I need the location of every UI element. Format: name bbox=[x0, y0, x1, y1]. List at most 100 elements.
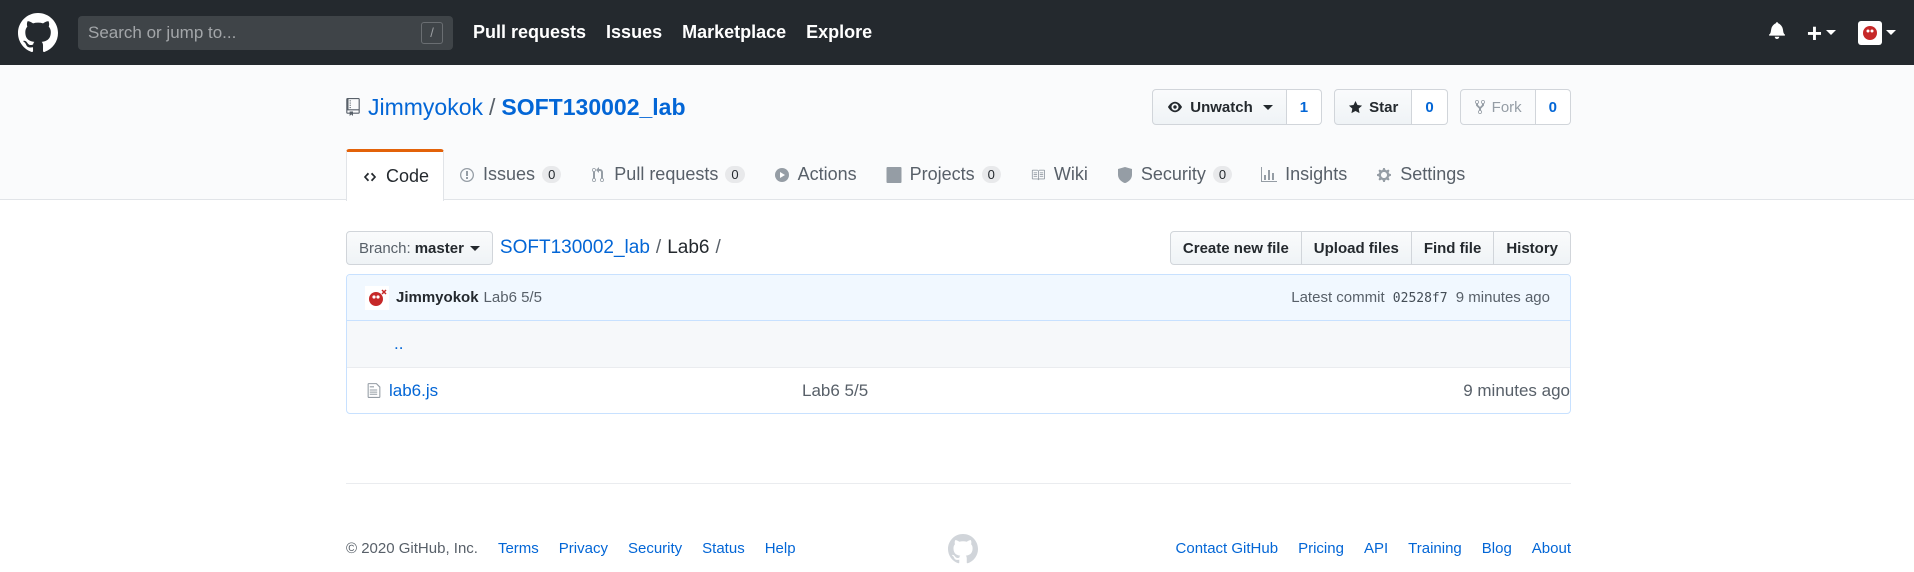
repo-title-separator: / bbox=[489, 93, 496, 120]
tab-security[interactable]: Security 0 bbox=[1102, 149, 1246, 200]
breadcrumb: SOFT130002_lab / Lab6 / bbox=[500, 237, 721, 259]
star-group: Star 0 bbox=[1334, 89, 1448, 125]
upload-files-button[interactable]: Upload files bbox=[1301, 231, 1412, 265]
file-name-cell: lab6.js bbox=[347, 381, 802, 401]
footer-links-left: Terms Privacy Security Status Help bbox=[498, 540, 796, 557]
chevron-down-icon bbox=[469, 245, 480, 251]
chevron-down-icon bbox=[1886, 30, 1896, 35]
footer: © 2020 GitHub, Inc. Terms Privacy Securi… bbox=[346, 534, 1571, 564]
unwatch-button[interactable]: Unwatch bbox=[1152, 89, 1287, 125]
search-shortcut-badge: / bbox=[421, 21, 443, 44]
footer-link-blog[interactable]: Blog bbox=[1482, 540, 1512, 557]
file-navigation: Branch: master SOFT130002_lab / Lab6 / C… bbox=[346, 231, 1571, 265]
search-input[interactable]: Search or jump to... / bbox=[78, 15, 453, 50]
fork-icon bbox=[1474, 99, 1485, 115]
tab-actions[interactable]: Actions bbox=[759, 149, 871, 200]
avatar[interactable] bbox=[365, 285, 389, 310]
parent-directory-row[interactable]: .. bbox=[347, 321, 1570, 367]
tab-pull-requests-count: 0 bbox=[725, 166, 745, 183]
breadcrumb-separator: / bbox=[655, 237, 662, 258]
file-commit-message-link[interactable]: Lab6 5/5 bbox=[802, 381, 868, 401]
project-icon bbox=[885, 166, 903, 184]
nav-explore[interactable]: Explore bbox=[806, 22, 872, 43]
tab-projects-count: 0 bbox=[981, 166, 1001, 183]
footer-link-training[interactable]: Training bbox=[1408, 540, 1462, 557]
fork-button[interactable]: Fork bbox=[1459, 89, 1536, 125]
tab-pull-requests[interactable]: Pull requests 0 bbox=[575, 149, 758, 200]
tab-insights-label: Insights bbox=[1285, 164, 1348, 184]
nav-issues[interactable]: Issues bbox=[606, 22, 662, 43]
tab-settings-label: Settings bbox=[1400, 164, 1466, 184]
stargazers-count[interactable]: 0 bbox=[1412, 89, 1448, 125]
nav-pull-requests[interactable]: Pull requests bbox=[473, 22, 586, 43]
footer-link-terms[interactable]: Terms bbox=[498, 540, 539, 557]
star-button[interactable]: Star bbox=[1334, 89, 1413, 125]
branch-prefix: Branch: bbox=[359, 239, 411, 257]
table-row: lab6.js Lab6 5/5 9 minutes ago bbox=[347, 367, 1570, 413]
commit-message-link[interactable]: Lab6 5/5 bbox=[484, 289, 542, 306]
global-nav: Pull requests Issues Marketplace Explore bbox=[473, 22, 872, 43]
footer-link-status[interactable]: Status bbox=[702, 540, 745, 557]
file-icon bbox=[367, 383, 381, 398]
tab-settings[interactable]: Settings bbox=[1361, 149, 1479, 200]
github-logo-icon[interactable] bbox=[18, 12, 58, 53]
create-new-file-button[interactable]: Create new file bbox=[1169, 231, 1302, 265]
latest-commit-info: Latest commit 02528f7 9 minutes ago bbox=[1291, 289, 1550, 306]
issue-icon bbox=[458, 166, 476, 184]
repo-title-row: Jimmyokok / SOFT130002_lab Unwatch 1 Star … bbox=[346, 87, 1571, 127]
file-table: Jimmyokok Lab6 5/5 Latest commit 02528f7… bbox=[346, 274, 1571, 414]
repo-name-link[interactable]: SOFT130002_lab bbox=[501, 94, 685, 120]
tab-wiki-label: Wiki bbox=[1053, 164, 1088, 184]
footer-link-security[interactable]: Security bbox=[628, 540, 682, 557]
file-actions: Create new file Upload files Find file H… bbox=[1169, 231, 1571, 265]
nav-marketplace[interactable]: Marketplace bbox=[682, 22, 786, 43]
forks-count[interactable]: 0 bbox=[1535, 89, 1571, 125]
gear-icon bbox=[1375, 166, 1393, 184]
footer-link-about[interactable]: About bbox=[1532, 540, 1571, 557]
repo-actions: Unwatch 1 Star 0 Fork 0 bbox=[1152, 89, 1571, 125]
bell-icon[interactable] bbox=[1768, 21, 1785, 44]
tab-wiki[interactable]: Wiki bbox=[1015, 149, 1102, 200]
find-file-button[interactable]: Find file bbox=[1411, 231, 1495, 265]
tab-security-count: 0 bbox=[1212, 166, 1233, 183]
tab-insights[interactable]: Insights bbox=[1246, 149, 1361, 200]
code-icon bbox=[361, 168, 379, 186]
github-mark-icon[interactable] bbox=[948, 534, 978, 568]
footer-copyright: © 2020 GitHub, Inc. bbox=[346, 539, 478, 557]
tab-issues-label: Issues bbox=[483, 164, 536, 184]
play-icon bbox=[773, 166, 791, 184]
fork-label: Fork bbox=[1491, 98, 1522, 116]
repo-icon bbox=[346, 98, 360, 116]
fork-group: Fork 0 bbox=[1459, 89, 1571, 125]
tab-issues[interactable]: Issues 0 bbox=[444, 149, 575, 200]
repo-tabs: Code Issues 0 Pull requests 0 Actions Pr… bbox=[346, 149, 1571, 201]
tab-code-label: Code bbox=[386, 166, 430, 186]
watchers-count[interactable]: 1 bbox=[1286, 89, 1323, 125]
user-menu-button[interactable] bbox=[1858, 20, 1896, 45]
file-link[interactable]: lab6.js bbox=[389, 381, 438, 401]
header-right: + bbox=[1768, 20, 1896, 46]
tab-security-label: Security bbox=[1140, 164, 1206, 184]
tab-actions-label: Actions bbox=[797, 164, 857, 184]
tab-code[interactable]: Code bbox=[346, 149, 445, 201]
breadcrumb-separator: / bbox=[715, 237, 721, 258]
footer-link-help[interactable]: Help bbox=[765, 540, 796, 557]
create-new-button[interactable]: + bbox=[1807, 20, 1836, 46]
repo-owner-link[interactable]: Jimmyokok bbox=[368, 94, 483, 120]
file-age: 9 minutes ago bbox=[1463, 380, 1570, 400]
repo-header: Jimmyokok / SOFT130002_lab Unwatch 1 Star … bbox=[0, 65, 1914, 201]
latest-commit-label: Latest commit bbox=[1291, 289, 1385, 306]
commit-author-link[interactable]: Jimmyokok bbox=[396, 289, 479, 306]
footer-link-privacy[interactable]: Privacy bbox=[559, 540, 608, 557]
tab-projects[interactable]: Projects 0 bbox=[871, 149, 1015, 200]
commit-sha-link[interactable]: 02528f7 bbox=[1393, 291, 1448, 306]
breadcrumb-current-dir: Lab6 bbox=[667, 237, 710, 258]
breadcrumb-repo-link[interactable]: SOFT130002_lab bbox=[500, 237, 650, 259]
footer-link-contact[interactable]: Contact GitHub bbox=[1176, 540, 1279, 557]
branch-select-button[interactable]: Branch: master bbox=[346, 231, 493, 265]
parent-directory-link[interactable]: .. bbox=[394, 334, 403, 354]
history-button[interactable]: History bbox=[1494, 231, 1571, 265]
shield-icon bbox=[1116, 166, 1134, 184]
footer-link-pricing[interactable]: Pricing bbox=[1298, 540, 1344, 557]
footer-link-api[interactable]: API bbox=[1364, 540, 1388, 557]
